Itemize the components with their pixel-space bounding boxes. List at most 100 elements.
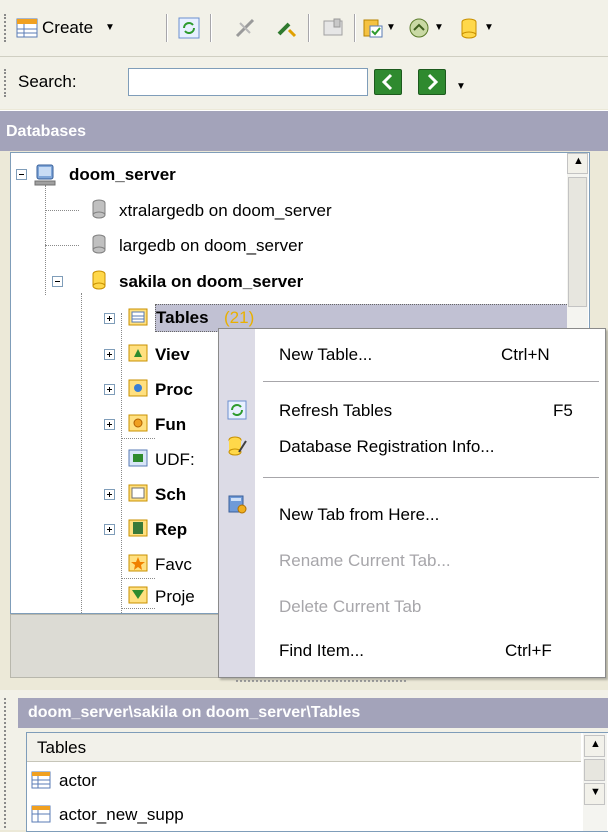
scroll-thumb[interactable] [568,177,587,307]
database-dropdown-icon[interactable]: ▼ [484,22,494,33]
tree-line [121,608,155,609]
disconnect-icon[interactable] [234,17,256,39]
menu-item-shortcut: Ctrl+F [505,641,552,660]
tree-item-label[interactable]: sakila on doom_server [119,272,303,292]
refresh-icon[interactable] [178,17,200,39]
tree-item-label[interactable]: Proc [155,380,193,400]
chevron-up-icon: ▲ [573,155,584,167]
table-row[interactable]: actor [27,765,581,797]
tree-line [121,313,122,613]
menu-separator [263,477,599,478]
properties-icon[interactable] [322,17,344,39]
tree-item-label[interactable]: xtralargedb on doom_server [119,201,332,221]
scroll-down-button[interactable]: ▼ [584,783,605,805]
menu-item-shortcut: F5 [553,401,573,420]
udf-icon [128,449,148,467]
path-label: doom_server\sakila on doom_server\Tables [28,704,361,721]
table-row[interactable]: actor_new_supp [27,799,581,831]
tree-line [45,185,46,295]
expand-toggle[interactable] [104,524,115,535]
menu-item-label: Database Registration Info... [279,437,495,456]
database-yellow-icon [92,270,106,290]
tree-item-label[interactable]: Fun [155,415,186,435]
arrow-right-icon [427,73,439,91]
tree-item-label[interactable]: largedb on doom_server [119,236,303,256]
register-icon[interactable] [362,17,384,39]
collapse-toggle[interactable] [52,276,63,287]
expand-toggle[interactable] [104,419,115,430]
sql-editor-icon[interactable] [408,17,430,39]
tree-line [81,293,82,613]
refresh-icon [227,400,247,420]
registration-info-icon [228,436,247,456]
menu-item-label: New Table... [279,345,373,364]
menu-item-shortcut: Ctrl+N [501,345,550,364]
search-label: Search: [18,72,77,91]
main-toolbar: Create ▼ ▼ ▼ ▼ [0,0,608,57]
splitter-grip[interactable] [236,680,406,682]
search-next-button[interactable] [418,69,446,95]
tree-item-label: Tables [156,308,209,327]
search-bar-grip[interactable] [4,69,9,97]
functions-icon [128,414,148,432]
bottom-panel: doom_server\sakila on doom_server\Tables… [0,690,608,832]
bottom-panel-grip[interactable] [4,698,9,828]
tree-item-label[interactable]: doom_server [69,165,176,185]
search-input[interactable] [128,68,368,96]
toolbar-separator [166,14,167,42]
tables-icon [128,308,148,326]
scroll-up-button[interactable]: ▲ [584,735,605,757]
schema-icon [128,484,148,502]
chevron-down-icon: ▼ [590,786,601,798]
toolbar-grip[interactable] [4,14,9,42]
table-icon [31,771,51,789]
tables-list: Tables actor actor_new_supp ▲ ▼ [26,732,608,832]
sql-editor-dropdown-icon[interactable]: ▼ [434,22,444,33]
create-table-icon [16,18,38,38]
create-dropdown-icon[interactable]: ▼ [105,22,115,33]
create-button-label: Create [42,18,94,37]
menu-item-label: Rename Current Tab... [279,551,451,570]
connect-icon[interactable] [276,17,298,39]
database-gray-icon [92,199,106,219]
expand-toggle[interactable] [104,489,115,500]
reports-icon [128,519,148,537]
tree-item-count: (21) [224,308,255,327]
tree-item-label[interactable]: UDF: [155,450,195,470]
list-vertical-scrollbar[interactable]: ▲ ▼ [583,733,607,831]
search-previous-button[interactable] [374,69,402,95]
views-icon [128,344,148,362]
table-row-label: actor_new_supp [59,805,184,824]
expand-toggle[interactable] [104,384,115,395]
tree-item-label[interactable]: Sch [155,485,186,505]
database-icon[interactable] [458,17,480,39]
tree-item-label[interactable]: Proje [155,587,195,607]
search-bar: Search: ▼ [0,57,608,109]
tree-item-label[interactable]: Favc [155,555,192,575]
menu-item-label: Find Item... [279,641,365,660]
favorites-icon [128,554,148,572]
tree-line [121,578,155,579]
chevron-up-icon: ▲ [590,738,601,750]
collapse-toggle[interactable] [16,169,27,180]
register-dropdown-icon[interactable]: ▼ [386,22,396,33]
menu-item-label: Delete Current Tab [279,597,422,616]
toolbar-separator [308,14,309,42]
scroll-up-button[interactable]: ▲ [567,153,588,174]
menu-item-label: Refresh Tables [279,401,393,420]
toolbar-separator [210,14,211,42]
expand-toggle[interactable] [104,349,115,360]
create-button[interactable]: Create ▼ [14,15,164,41]
table-row-label: actor [59,771,97,790]
tree-item-label[interactable]: Viev [155,345,190,365]
column-header[interactable]: Tables [27,733,581,762]
menu-item-label: New Tab from Here... [279,505,440,524]
path-bar: doom_server\sakila on doom_server\Tables [18,698,608,728]
menu-separator [263,381,599,382]
scroll-thumb[interactable] [584,759,605,781]
projects-icon [128,586,148,604]
expand-toggle[interactable] [104,313,115,324]
tree-item-label[interactable]: Rep [155,520,187,540]
tree-line [45,245,79,246]
search-options-icon[interactable]: ▼ [456,81,466,92]
